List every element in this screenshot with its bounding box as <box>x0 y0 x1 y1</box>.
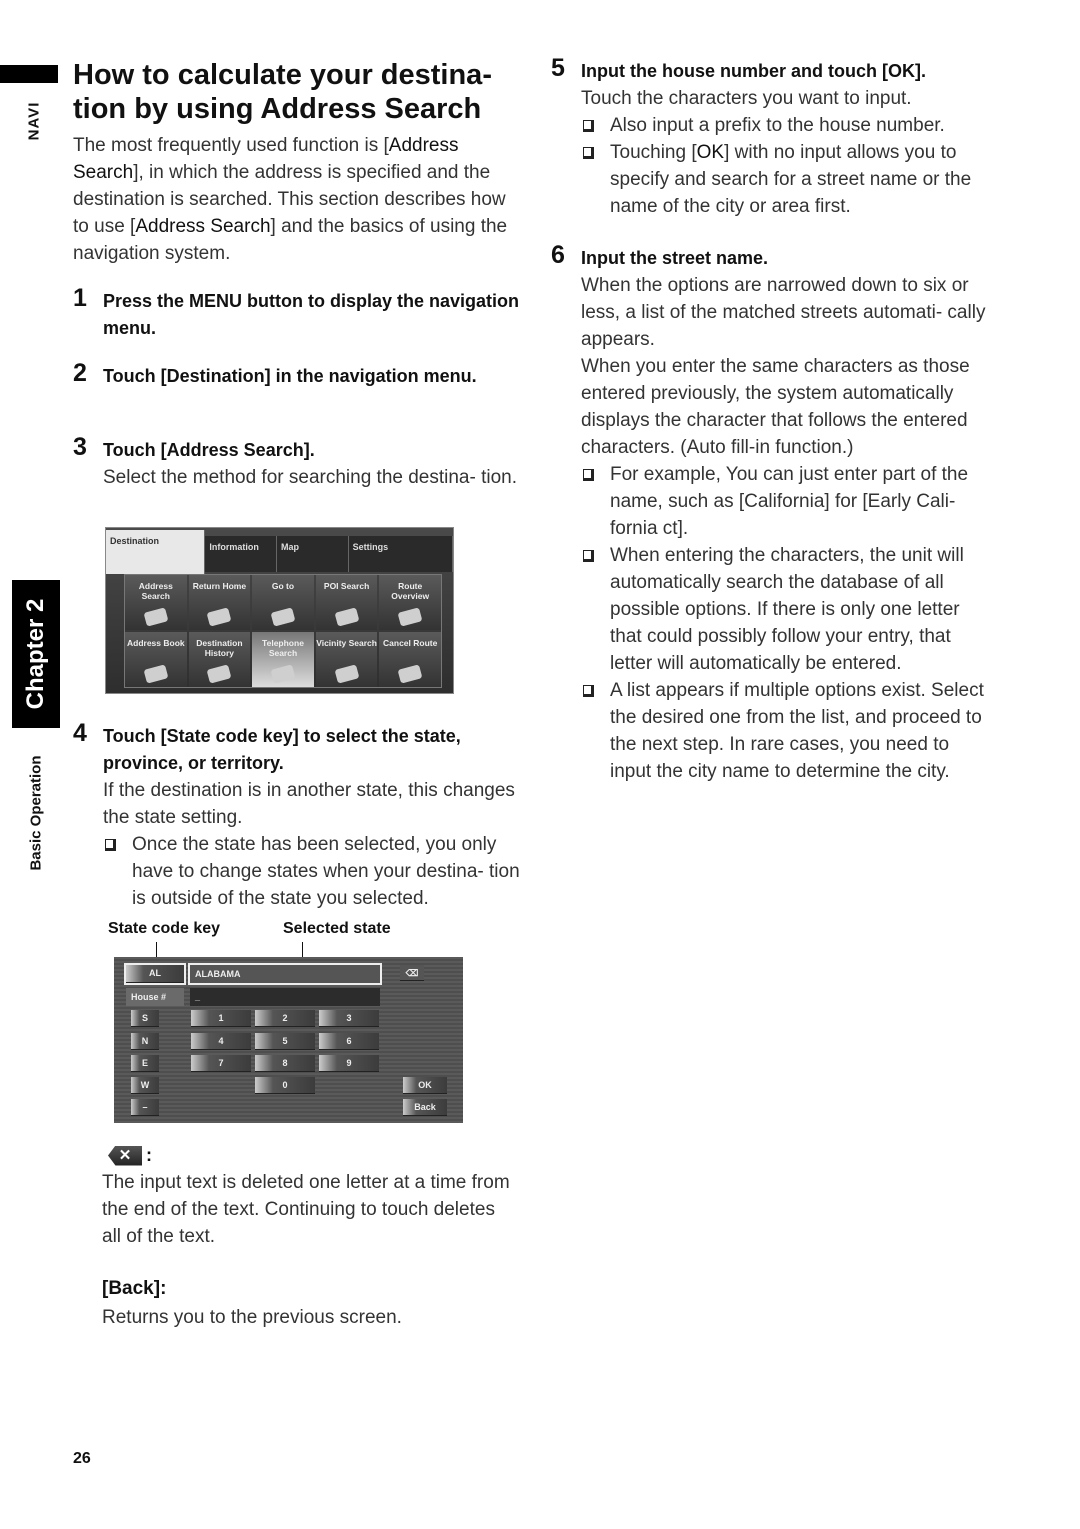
step-5: 5 Input the house number and touch [OK].… <box>551 54 991 220</box>
page-title: How to calculate your destina- tion by u… <box>73 59 492 125</box>
route-icon <box>397 607 423 627</box>
key-2[interactable]: 2 <box>255 1010 315 1027</box>
home-icon <box>206 607 232 627</box>
menu-route-overview[interactable]: Route Overview <box>379 575 441 630</box>
tab-settings[interactable]: Settings <box>348 536 453 572</box>
navi-label: NAVI <box>25 101 43 141</box>
note-bullet: Once the state has been selected, you on… <box>103 831 523 912</box>
map-icon <box>143 607 169 627</box>
delete-note-text: The input text is deleted one letter at … <box>102 1172 510 1247</box>
menu-address-search[interactable]: Address Search <box>125 575 187 630</box>
state-code-key-callout: State code key <box>108 920 221 937</box>
house-number-keypad-screenshot: AL ALABAMA ⌫ House # _ S N E W – 1 2 3 4… <box>114 957 463 1123</box>
key-3[interactable]: 3 <box>319 1010 379 1027</box>
step-3: 3 Touch [Address Search]. Select the met… <box>73 433 518 488</box>
note-bullet: For example, You can just enter part of … <box>581 461 991 542</box>
state-code-key[interactable]: AL <box>124 963 186 985</box>
history-icon <box>206 664 232 684</box>
selected-state-field: ALABAMA <box>188 963 382 985</box>
note-bullet: Touching [OK] with no input allows you t… <box>581 139 991 220</box>
chapter-tab: Chapter 2 <box>12 580 60 728</box>
navigation-menu-screenshot: Destination Information Map Settings Add… <box>105 527 454 694</box>
step-1: 1 Press the MENU button to display the n… <box>73 284 520 338</box>
vicinity-icon <box>334 664 360 684</box>
back-button[interactable]: Back <box>403 1099 447 1116</box>
step-2: 2 Touch [Destination] in the navigation … <box>73 359 477 387</box>
step-6: 6 Input the street name. When the option… <box>551 241 991 785</box>
note-bullet: Also input a prefix to the house number. <box>581 112 991 139</box>
key-w[interactable]: W <box>131 1077 159 1094</box>
poi-icon <box>334 607 360 627</box>
checkbox-bullet-icon <box>583 685 594 697</box>
delete-icon: ✕ <box>108 1145 142 1166</box>
key-8[interactable]: 8 <box>255 1055 315 1072</box>
step-4: 4 Touch [State code key] to select the s… <box>73 719 523 912</box>
key-0[interactable]: 0 <box>255 1077 315 1094</box>
house-number-input[interactable]: _ <box>190 988 380 1006</box>
key-e[interactable]: E <box>131 1055 159 1072</box>
tab-map[interactable]: Map <box>277 536 349 572</box>
back-note-heading: [Back]: <box>102 1278 167 1299</box>
key-dash[interactable]: – <box>131 1099 159 1116</box>
checkbox-bullet-icon <box>583 147 594 159</box>
menu-telephone-search[interactable]: Telephone Search <box>252 632 314 687</box>
key-s[interactable]: S <box>131 1010 159 1027</box>
phone-icon <box>270 664 296 684</box>
house-number-label: House # <box>126 988 184 1006</box>
checkbox-bullet-icon <box>583 469 594 481</box>
cancel-route-icon <box>397 664 423 684</box>
key-4[interactable]: 4 <box>191 1033 251 1050</box>
back-note-text: Returns you to the previous screen. <box>102 1307 402 1328</box>
menu-address-book[interactable]: Address Book <box>125 632 187 687</box>
section-label: Basic Operation <box>27 754 45 871</box>
menu-go-to[interactable]: Go to <box>252 575 314 630</box>
menu-destination-history[interactable]: Destination History <box>188 632 251 687</box>
checkbox-bullet-icon <box>583 120 594 132</box>
intro-paragraph: The most frequently used function is [Ad… <box>73 135 508 264</box>
delete-note-heading: ✕: <box>108 1145 152 1166</box>
selected-state-callout: Selected state <box>283 920 391 937</box>
menu-vicinity-search[interactable]: Vicinity Search <box>315 632 378 687</box>
checkbox-bullet-icon <box>583 550 594 562</box>
ok-button[interactable]: OK <box>403 1077 447 1094</box>
key-1[interactable]: 1 <box>191 1010 251 1027</box>
tab-destination[interactable]: Destination <box>106 530 206 574</box>
menu-return-home[interactable]: Return Home <box>188 575 251 630</box>
checkbox-bullet-icon <box>105 839 116 851</box>
star-icon <box>270 607 296 627</box>
key-9[interactable]: 9 <box>319 1055 379 1072</box>
key-7[interactable]: 7 <box>191 1055 251 1072</box>
menu-poi-search[interactable]: POI Search <box>315 575 378 630</box>
section-bar <box>0 65 58 83</box>
note-bullet: When entering the characters, the unit w… <box>581 542 991 677</box>
delete-button[interactable]: ⌫ <box>400 965 424 981</box>
tab-information[interactable]: Information <box>205 536 278 572</box>
key-n[interactable]: N <box>131 1033 159 1050</box>
key-5[interactable]: 5 <box>255 1033 315 1050</box>
menu-cancel-route[interactable]: Cancel Route <box>379 632 441 687</box>
note-bullet: A list appears if multiple options exist… <box>581 677 991 785</box>
book-icon <box>143 664 169 684</box>
key-6[interactable]: 6 <box>319 1033 379 1050</box>
page-number: 26 <box>73 1450 91 1467</box>
